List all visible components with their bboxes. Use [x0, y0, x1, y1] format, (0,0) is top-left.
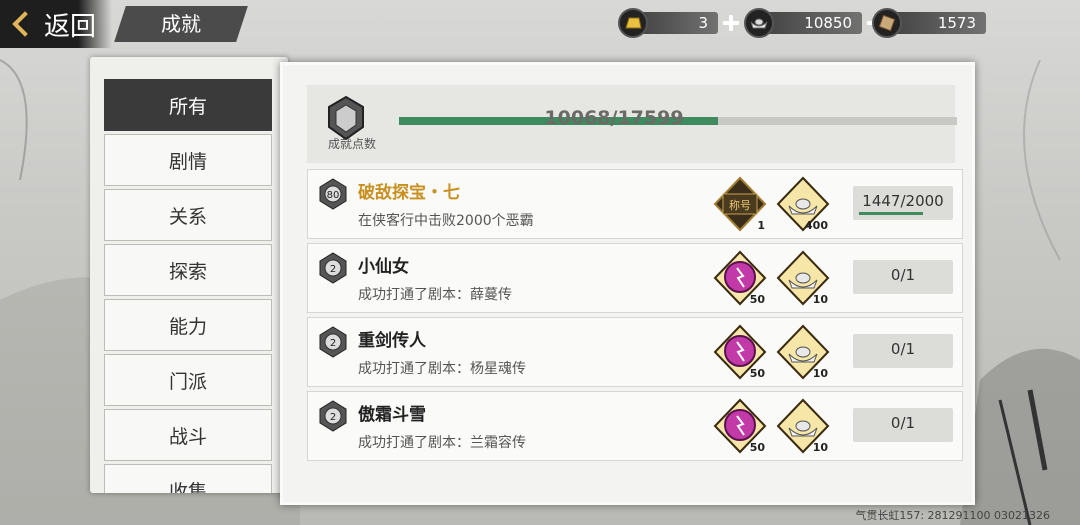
achievement-points-text: 10068/17599	[544, 107, 684, 129]
achievement-progress: 0/1	[853, 334, 953, 368]
reward-count: 10	[812, 367, 828, 380]
achievement-description: 成功打通了剧本：兰霜容传	[358, 435, 526, 451]
silver-amount: 10850	[764, 12, 862, 34]
achievement-row[interactable]: 2 重剑传人成功打通了剧本：杨星魂传 50 10 0/1	[307, 317, 963, 387]
reward-count: 1	[757, 219, 765, 232]
player-id-text: 气贯长虹157: 281291100 03021326	[855, 509, 1050, 522]
reward-count: 400	[805, 219, 828, 232]
reward-title-text: 称号	[729, 198, 751, 212]
achievement-progress: 0/1	[853, 260, 953, 294]
category-all[interactable]: 所有	[104, 79, 272, 131]
category-battle[interactable]: 战斗	[104, 409, 272, 461]
reward-count: 10	[812, 441, 828, 454]
reward-count: 50	[749, 441, 765, 454]
achievement-row[interactable]: 2 小仙女成功打通了剧本：薛蔓传 50 10 0/1	[307, 243, 963, 313]
achievement-progress-text: 0/1	[890, 414, 916, 432]
achievement-row[interactable]: 80 破敌探宝・七在侠客行中击败2000个恶霸 称号 1 400 1447/2000	[307, 169, 963, 239]
category-story[interactable]: 剧情	[104, 134, 272, 186]
reward-count: 10	[812, 293, 828, 306]
badge-level-text: 2	[330, 338, 336, 349]
achievement-progress-fill	[859, 212, 923, 215]
achievement-description: 在侠客行中击败2000个恶霸	[358, 213, 534, 229]
achievement-list[interactable]: 80 破敌探宝・七在侠客行中击败2000个恶霸 称号 1 400 1447/2000 2 小仙…	[307, 165, 963, 489]
achievement-row[interactable]: 2 傲霜斗雪成功打通了剧本：兰霜容传 50 10 0/1	[307, 391, 963, 461]
reward-slot-2[interactable]: 10	[776, 324, 830, 380]
category-ability[interactable]: 能力	[104, 299, 272, 351]
silver-currency: 10850	[744, 8, 884, 38]
category-collect[interactable]: 收集	[104, 464, 272, 493]
reward-count: 50	[749, 367, 765, 380]
achievement-level-badge-icon: 80	[319, 178, 347, 210]
achievement-description: 成功打通了剧本：杨星魂传	[358, 361, 526, 377]
achievement-title: 小仙女	[358, 257, 409, 277]
reward-slot-2[interactable]: 10	[776, 250, 830, 306]
reward-count: 50	[749, 293, 765, 306]
achievement-level-badge-icon: 2	[319, 326, 347, 358]
summary-label: 成就点数	[327, 137, 376, 151]
add-gold-button[interactable]	[722, 14, 740, 32]
gold-amount: 3	[638, 12, 718, 34]
silver-ingot-icon	[744, 8, 774, 38]
chevron-left-icon	[12, 11, 38, 37]
category-panel: 所有 剧情 关系 探索 能力 门派 战斗 收集	[90, 57, 288, 493]
scroll-icon	[872, 8, 902, 38]
reward-slot-1[interactable]: 称号 1	[713, 176, 767, 232]
reward-slot-2[interactable]: 400	[776, 176, 830, 232]
category-explore[interactable]: 探索	[104, 244, 272, 296]
achievement-progress: 1447/2000	[853, 186, 953, 220]
achievement-description: 成功打通了剧本：薛蔓传	[358, 287, 512, 303]
achievement-title: 重剑传人	[358, 331, 426, 351]
scroll-amount: 1573	[892, 12, 986, 34]
reward-slot-1[interactable]: 50	[713, 398, 767, 454]
achievement-title: 破敌探宝・七	[358, 183, 460, 203]
badge-level-text: 80	[327, 190, 340, 201]
scroll-currency: 1573	[872, 8, 986, 38]
achievement-level-badge-icon: 2	[319, 400, 347, 432]
back-label: 返回	[44, 11, 97, 42]
achievement-panel: 成就点数 10068/17599 80 破敌探宝・七在侠客行中击败2000个恶霸 称…	[280, 62, 975, 505]
page-title: 成就	[161, 12, 201, 36]
achievement-level-badge-icon: 2	[319, 252, 347, 284]
page-title-tab: 成就	[114, 6, 248, 42]
achievement-title: 傲霜斗雪	[358, 405, 426, 425]
achievement-summary: 成就点数 10068/17599	[307, 85, 957, 163]
category-relations[interactable]: 关系	[104, 189, 272, 241]
achievement-progress-text: 0/1	[890, 266, 916, 284]
achievement-progress-text: 1447/2000	[862, 192, 944, 210]
back-button[interactable]: 返回	[0, 0, 112, 48]
badge-level-text: 2	[330, 412, 336, 423]
category-sect[interactable]: 门派	[104, 354, 272, 406]
reward-slot-1[interactable]: 50	[713, 250, 767, 306]
achievement-progress: 0/1	[853, 408, 953, 442]
gold-bar-icon	[618, 8, 648, 38]
reward-slot-1[interactable]: 50	[713, 324, 767, 380]
achievement-progress-text: 0/1	[890, 340, 916, 358]
reward-slot-2[interactable]: 10	[776, 398, 830, 454]
gold-currency: 3	[618, 8, 740, 38]
badge-level-text: 2	[330, 264, 336, 275]
